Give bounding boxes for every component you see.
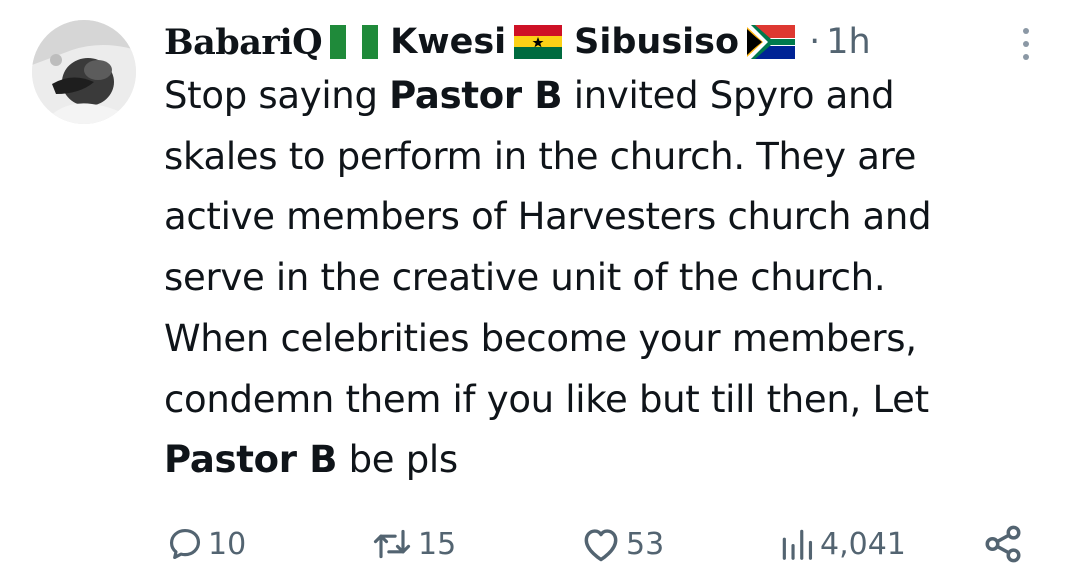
- timestamp[interactable]: 1h: [826, 22, 870, 62]
- ghana-flag-icon: [514, 25, 563, 59]
- heart-icon: [584, 529, 618, 562]
- mention-bold: Pastor B: [164, 438, 338, 482]
- share-button[interactable]: [982, 520, 1024, 568]
- like-count: 53: [626, 526, 665, 562]
- tweet-line: condemn them if you like but till then, …: [164, 377, 929, 421]
- author-name-part[interactable]: BabariQ: [164, 22, 323, 63]
- avatar[interactable]: [32, 20, 136, 124]
- tweet-line: Stop saying Pastor B invited Spyro and: [164, 74, 895, 117]
- mention-bold: Pastor B: [389, 74, 563, 117]
- repost-icon: [373, 529, 411, 559]
- repost-button[interactable]: 15: [370, 520, 456, 568]
- tweet-text: Stop saying Pastor B invited Spyro and s…: [164, 66, 1064, 491]
- tweet-line: active members of Harvesters church and: [164, 195, 932, 239]
- views-count: 4,041: [820, 526, 906, 562]
- south-africa-flag-icon: [747, 25, 796, 59]
- action-bar: 10 15 53 4,041: [0, 520, 1080, 568]
- tweet-line: skales to perform in the church. They ar…: [164, 134, 917, 178]
- share-icon: [985, 525, 1021, 563]
- tweet-header: BabariQ Kwesi Sibusiso · 1h: [164, 16, 871, 68]
- nigeria-flag-icon: [330, 25, 379, 59]
- author-name-part[interactable]: Sibusiso: [574, 22, 739, 62]
- reply-button[interactable]: 10: [166, 520, 246, 568]
- author-name-part[interactable]: Kwesi: [390, 22, 506, 62]
- more-options-icon[interactable]: [1014, 24, 1038, 64]
- reply-count: 10: [208, 526, 247, 562]
- views-button[interactable]: 4,041: [778, 520, 906, 568]
- views-chart-icon: [782, 529, 813, 560]
- reply-icon: [169, 528, 201, 560]
- like-button[interactable]: 53: [580, 520, 664, 568]
- tweet-line: Pastor B be pls: [164, 438, 458, 482]
- separator-dot: ·: [809, 22, 821, 62]
- tweet-line: serve in the creative unit of the church…: [164, 256, 886, 300]
- repost-count: 15: [418, 526, 457, 562]
- tweet-line: When celebrities become your members,: [164, 316, 917, 360]
